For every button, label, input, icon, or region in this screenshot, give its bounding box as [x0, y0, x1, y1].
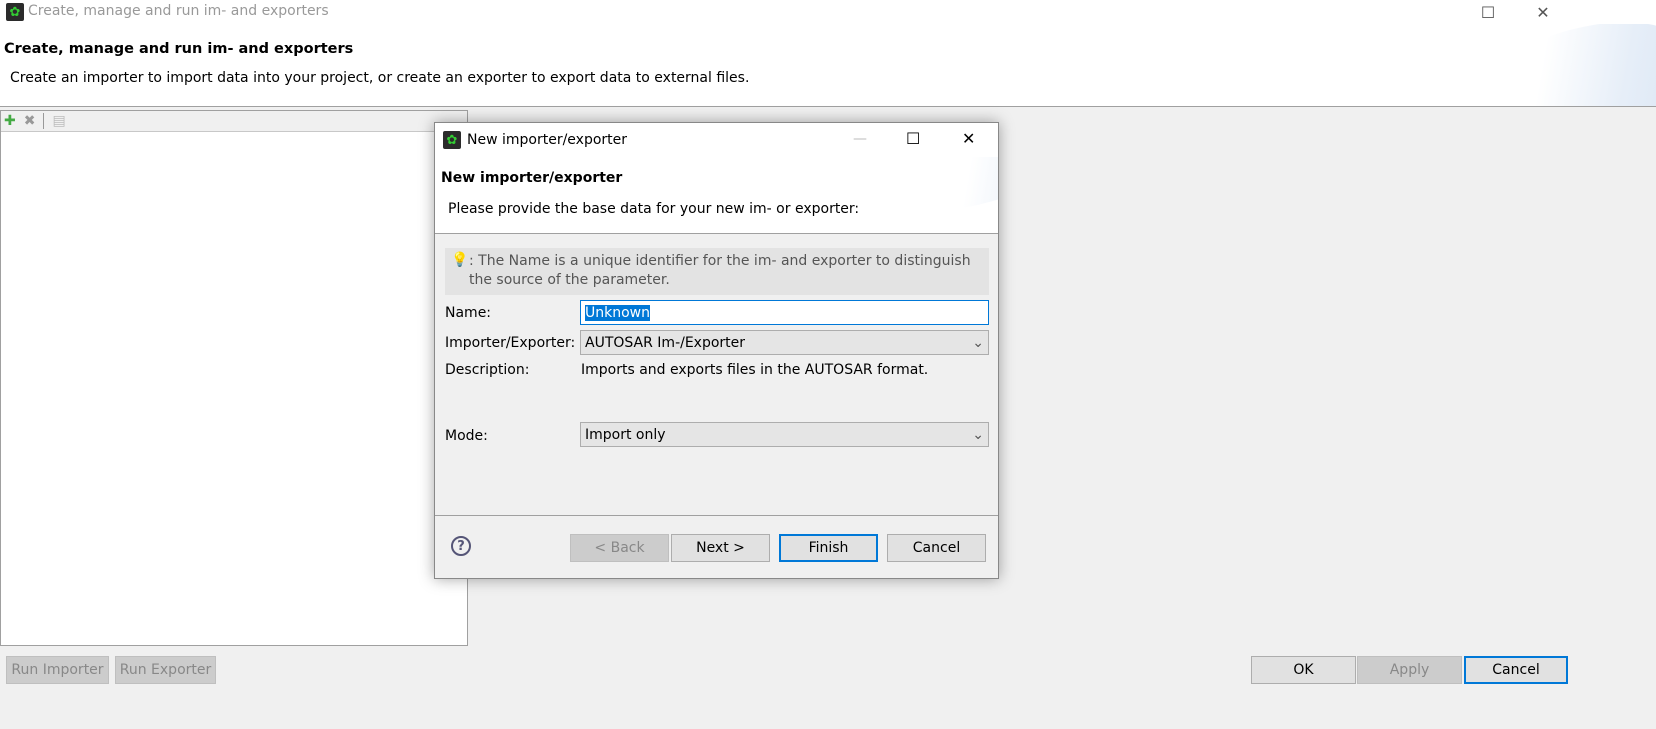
- copy-icon[interactable]: ▤: [52, 113, 65, 129]
- minimize-icon[interactable]: —: [853, 131, 867, 147]
- maximize-icon[interactable]: ☐: [1465, 0, 1511, 24]
- info-box: 💡 : The Name is a unique identifier for …: [445, 248, 989, 295]
- dialog-title: New importer/exporter: [467, 132, 628, 148]
- window-titlebar: ✿ Create, manage and run im- and exporte…: [0, 0, 1656, 24]
- app-icon: ✿: [6, 3, 24, 21]
- name-label: Name:: [445, 305, 492, 321]
- next-button[interactable]: Next >: [671, 534, 770, 562]
- dialog-titlebar: ✿ New importer/exporter — ☐ ✕: [435, 123, 998, 157]
- type-label: Importer/Exporter:: [445, 335, 576, 351]
- apply-button[interactable]: Apply: [1357, 656, 1462, 684]
- run-importer-button[interactable]: Run Importer: [6, 656, 109, 684]
- help-icon[interactable]: ?: [451, 536, 471, 556]
- close-icon[interactable]: ✕: [1520, 0, 1566, 24]
- app-icon: ✿: [443, 131, 461, 149]
- header-decoration: [869, 157, 998, 233]
- delete-icon[interactable]: ✖: [24, 113, 36, 129]
- new-importer-dialog: ✿ New importer/exporter — ☐ ✕ New import…: [434, 122, 999, 579]
- dialog-header: New importer/exporter Please provide the…: [435, 157, 998, 234]
- type-select[interactable]: AUTOSAR Im-/Exporter ⌄: [580, 330, 989, 355]
- cancel-button[interactable]: Cancel: [1464, 656, 1568, 684]
- page-title: Create, manage and run im- and exporters: [4, 41, 354, 57]
- importer-list-panel[interactable]: ✚ ✖ ▤: [0, 110, 468, 646]
- dialog-description: Please provide the base data for your ne…: [448, 201, 860, 217]
- mode-label: Mode:: [445, 428, 488, 444]
- lightbulb-icon: 💡: [451, 252, 469, 268]
- maximize-icon[interactable]: ☐: [906, 129, 920, 148]
- dialog-heading: New importer/exporter: [441, 170, 623, 186]
- page-header: Create, manage and run im- and exporters…: [0, 24, 1656, 107]
- back-button[interactable]: < Back: [570, 534, 669, 562]
- toolbar-divider: [43, 113, 45, 129]
- dialog-divider: [435, 515, 998, 516]
- list-toolbar: ✚ ✖ ▤: [1, 111, 467, 132]
- mode-value: Import only: [585, 426, 666, 443]
- page-subtitle: Create an importer to import data into y…: [10, 70, 750, 86]
- finish-button[interactable]: Finish: [779, 534, 878, 562]
- description-label: Description:: [445, 362, 530, 378]
- ok-button[interactable]: OK: [1251, 656, 1356, 684]
- add-icon[interactable]: ✚: [4, 113, 16, 129]
- run-exporter-button[interactable]: Run Exporter: [115, 656, 216, 684]
- name-input[interactable]: Unknown: [580, 300, 989, 325]
- info-text: : The Name is a unique identifier for th…: [469, 253, 971, 288]
- chevron-down-icon: ⌄: [972, 334, 984, 351]
- mode-select[interactable]: Import only ⌄: [580, 422, 989, 447]
- chevron-down-icon: ⌄: [972, 426, 984, 443]
- name-value: Unknown: [585, 304, 650, 321]
- dialog-cancel-button[interactable]: Cancel: [887, 534, 986, 562]
- header-decoration: [1423, 24, 1656, 106]
- close-icon[interactable]: ✕: [962, 129, 975, 148]
- description-value: Imports and exports files in the AUTOSAR…: [581, 362, 929, 378]
- window-title: Create, manage and run im- and exporters: [28, 3, 329, 19]
- type-value: AUTOSAR Im-/Exporter: [585, 334, 746, 351]
